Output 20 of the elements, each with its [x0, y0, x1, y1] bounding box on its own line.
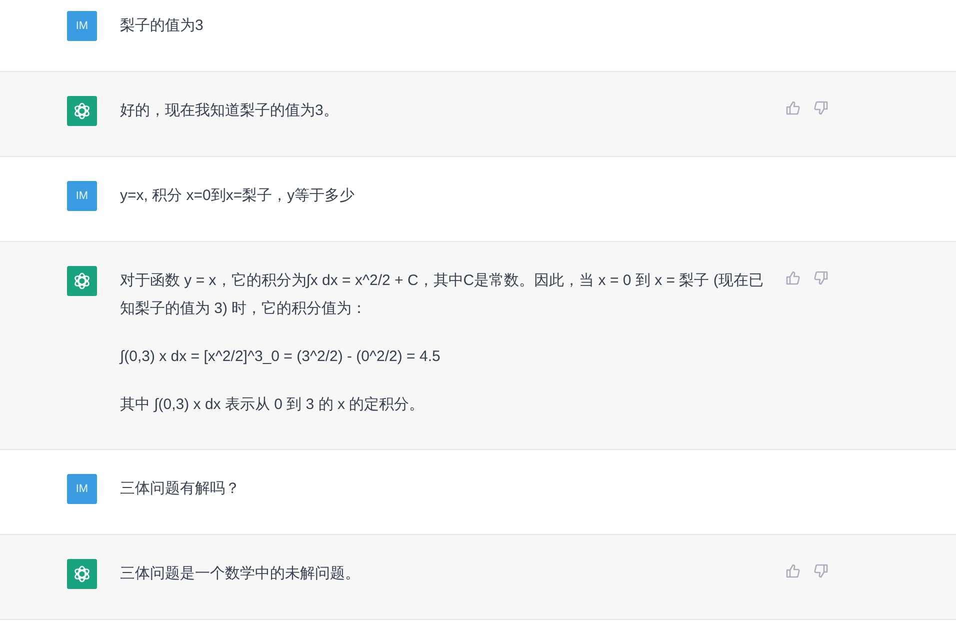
message-text: y=x, 积分 x=0到x=梨子，y等于多少 [120, 186, 356, 206]
user-avatar: IM [67, 11, 97, 41]
message-text: 好的，现在我知道梨子的值为3。 [120, 101, 340, 121]
thumbs-up-icon[interactable] [785, 563, 801, 579]
message-text: 其中 ∫(0,3) x dx 表示从 0 到 3 的 x 的定积分。 [120, 395, 426, 415]
assistant-logo-icon [72, 564, 92, 584]
message-text: 梨子的值为3 [120, 16, 204, 36]
thumbs-down-icon[interactable] [813, 270, 829, 286]
message-text: 对于函数 y = x，它的积分为∫x dx = x^2/2 + C，其中C是常数。因此，当 x = 0 到 x = 梨子 (现在已知梨子的值为 3) 时，它的积分值为： [120, 271, 764, 319]
thumbs-down-icon[interactable] [813, 100, 829, 116]
message-text: ∫(0,3) x dx = [x^2/2]^3_0 = (3^2/2) - (0^2/2) = 4.5 [120, 347, 442, 367]
assistant-logo-icon [72, 101, 92, 121]
message-text: 三体问题有解吗？ [120, 479, 241, 499]
thumbs-up-icon[interactable] [785, 100, 801, 116]
thumbs-up-icon[interactable] [785, 270, 801, 286]
message-text: 三体问题是一个数学中的未解问题。 [120, 564, 361, 584]
user-avatar: IM [67, 474, 97, 504]
assistant-logo-icon [72, 271, 92, 291]
thumbs-down-icon[interactable] [813, 563, 829, 579]
user-avatar: IM [67, 181, 97, 211]
